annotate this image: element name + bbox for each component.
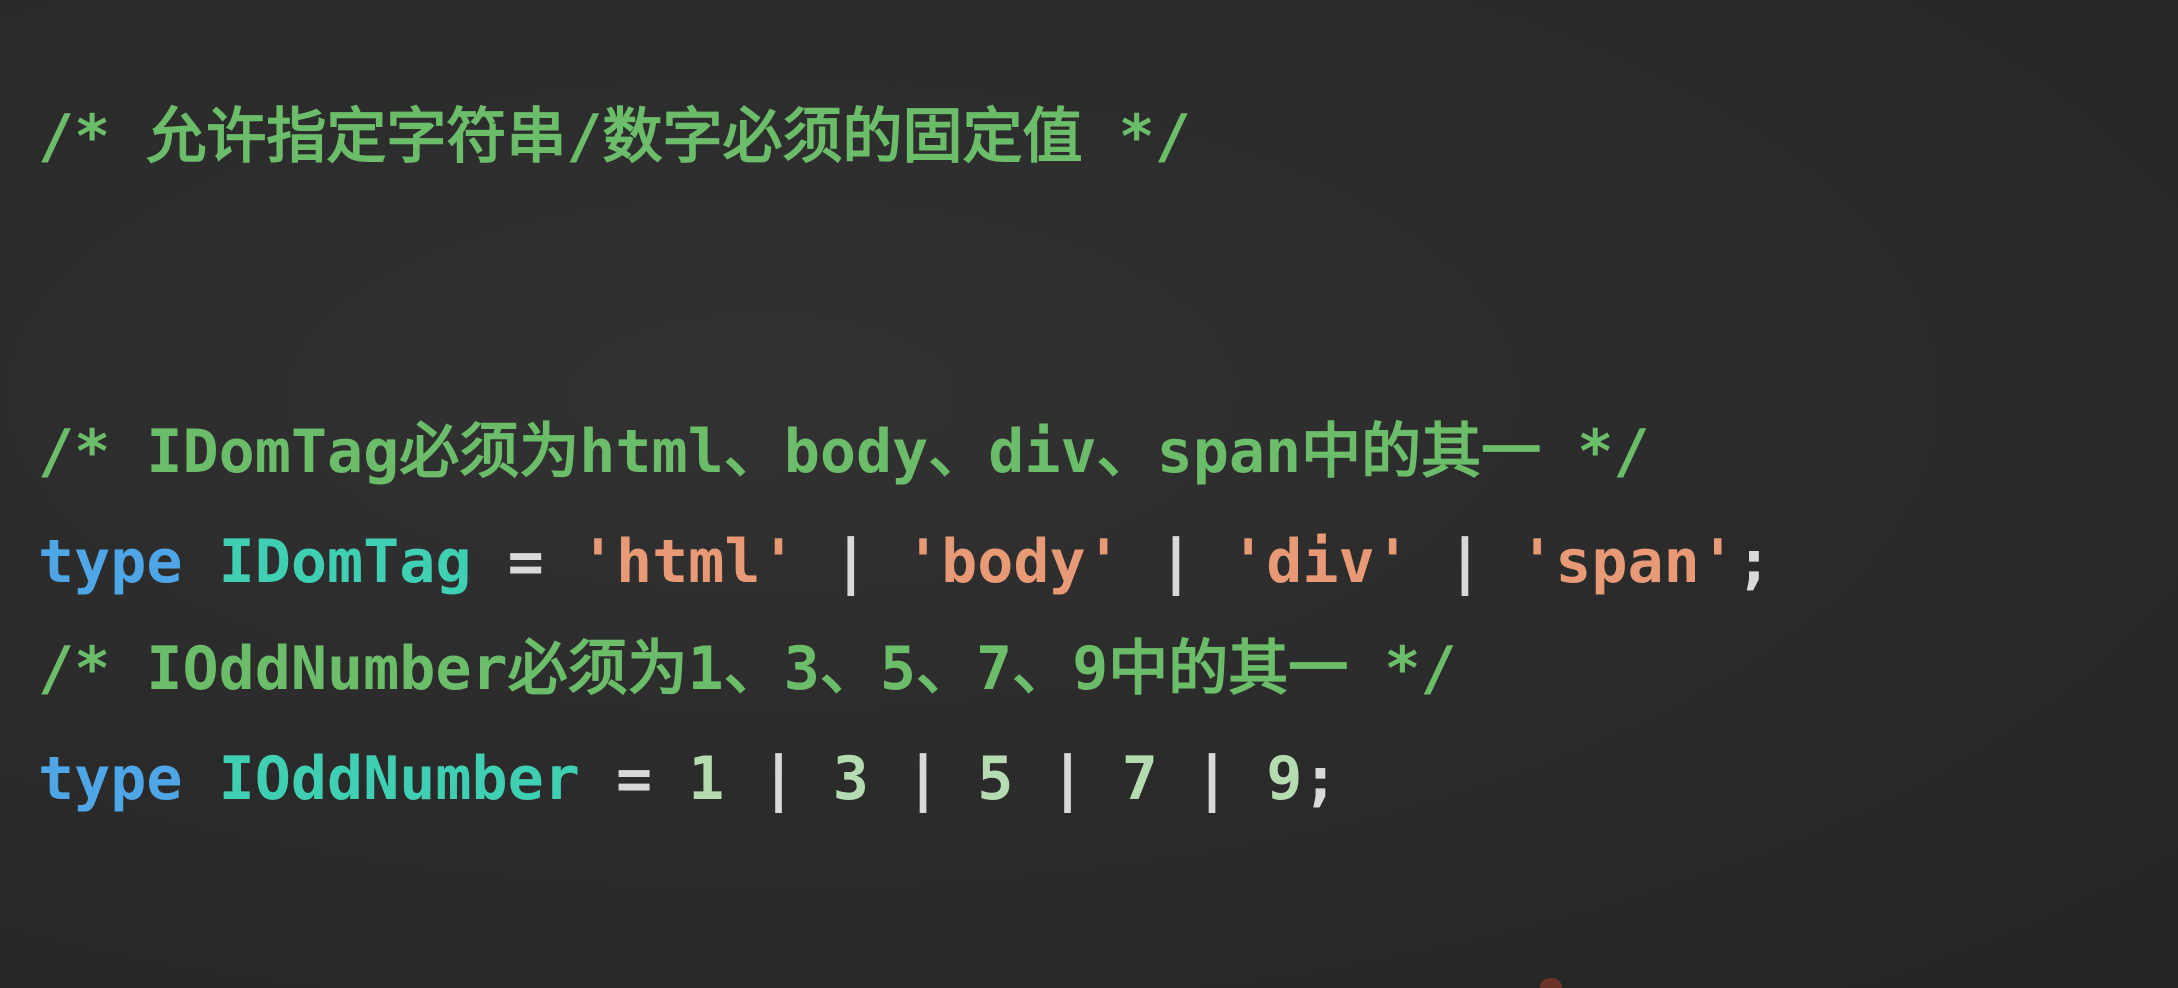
comment-fixed-values: /* 允许指定字符串/数字必须的固定值 */ xyxy=(38,102,1191,172)
number-9: 9 xyxy=(1266,744,1303,814)
code-line-2: /* IDomTag必须为html、body、div、span中的其一 */ xyxy=(38,398,1649,506)
string-html: 'html' xyxy=(579,527,797,597)
operator-pipe: | xyxy=(1193,744,1231,814)
number-5: 5 xyxy=(977,744,1014,814)
mouse-pointer-icon xyxy=(1540,978,1562,988)
operator-pipe: | xyxy=(1446,527,1483,597)
operator-pipe: | xyxy=(832,527,869,597)
code-line-3: type IDomTag = 'html' | 'body' | 'div' |… xyxy=(38,508,1772,616)
semicolon: ; xyxy=(1735,527,1772,597)
code-line-1: /* 允许指定字符串/数字必须的固定值 */ xyxy=(38,83,1191,191)
comment-ioddnumber: /* IOddNumber必须为1、3、5、7、9中的其一 */ xyxy=(38,634,1457,704)
string-span: 'span' xyxy=(1519,527,1736,597)
keyword-type: type xyxy=(38,527,183,597)
number-3: 3 xyxy=(832,744,869,814)
type-name-ioddnumber: IOddNumber xyxy=(218,744,580,814)
operator-pipe: | xyxy=(1049,744,1086,814)
operator-equals: = xyxy=(615,744,653,814)
code-line-4: /* IOddNumber必须为1、3、5、7、9中的其一 */ xyxy=(38,615,1457,723)
operator-pipe: | xyxy=(760,744,797,814)
operator-equals: = xyxy=(507,527,544,597)
type-name-idomtag: IDomTag xyxy=(218,527,472,597)
code-editor[interactable]: /* 允许指定字符串/数字必须的固定值 */ /* IDomTag必须为html… xyxy=(0,0,2178,988)
operator-pipe: | xyxy=(1157,527,1194,597)
number-7: 7 xyxy=(1121,744,1158,814)
operator-pipe: | xyxy=(904,744,942,814)
semicolon: ; xyxy=(1302,744,1339,814)
keyword-type: type xyxy=(38,744,183,814)
string-body: 'body' xyxy=(905,527,1122,597)
string-div: 'div' xyxy=(1230,527,1411,597)
comment-idomtag: /* IDomTag必须为html、body、div、span中的其一 */ xyxy=(38,417,1650,487)
number-1: 1 xyxy=(688,744,725,814)
code-line-5: type IOddNumber = 1 | 3 | 5 | 7 | 9; xyxy=(38,725,1338,833)
